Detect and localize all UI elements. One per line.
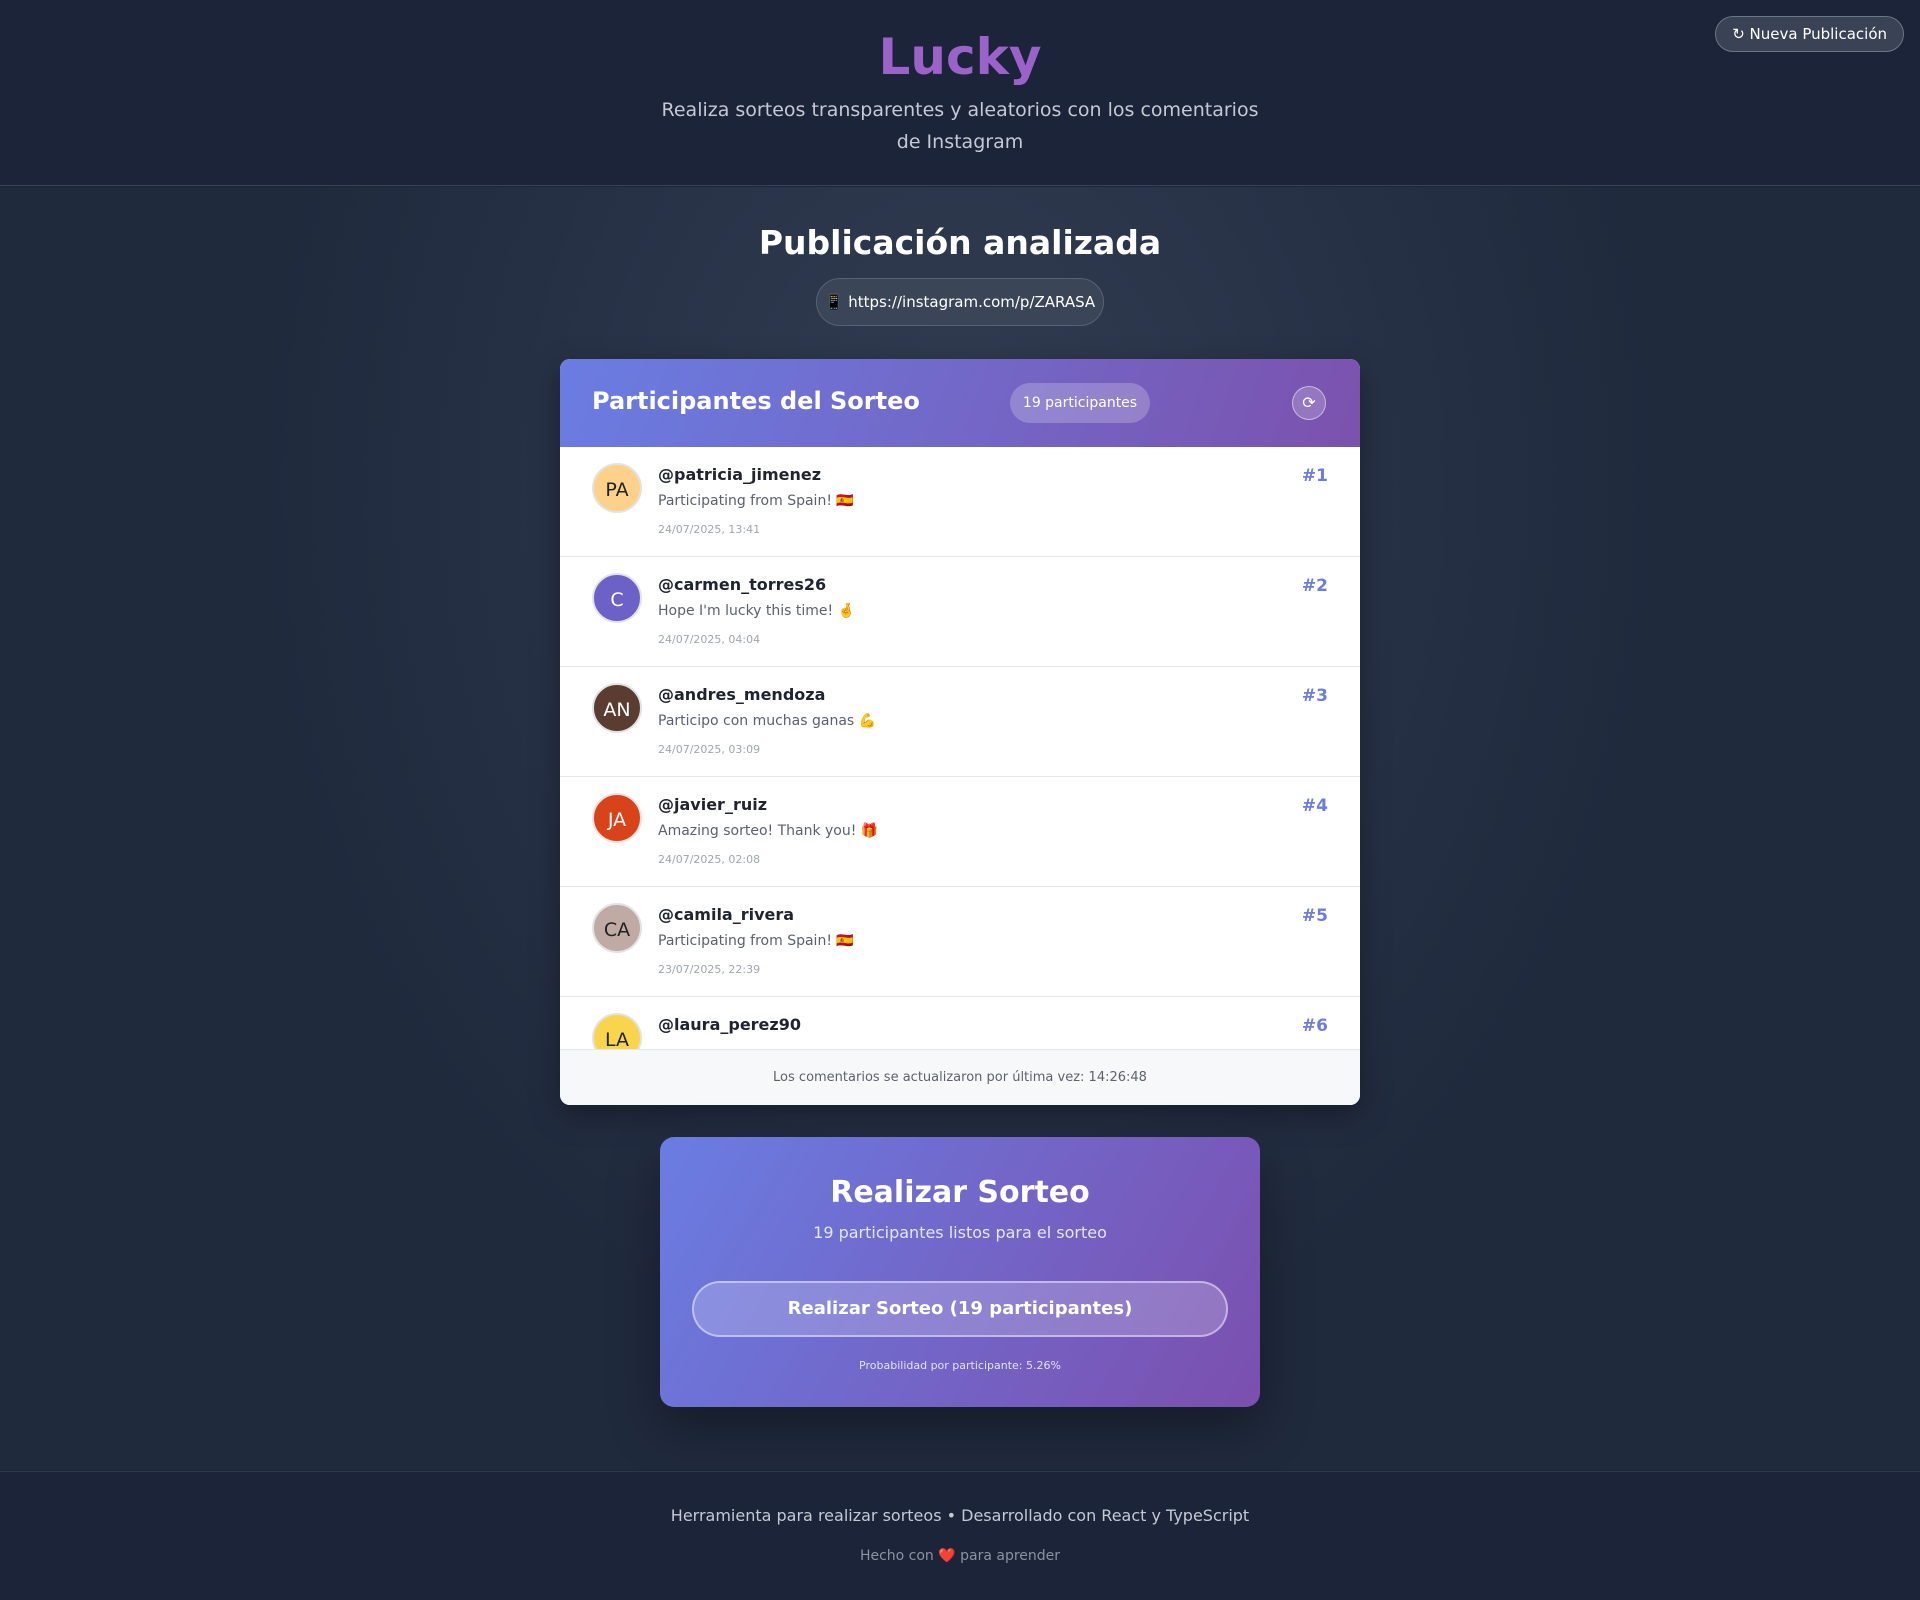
avatar: JA [592,793,642,843]
participant-row[interactable]: AN @andres_mendoza Participo con muchas ga… [560,667,1360,777]
refresh-icon[interactable]: ⟳ [1292,386,1326,420]
participant-comment: Participating from Spain! 🇪🇸 [658,933,854,949]
footer-credits: Herramienta para realizar sorteos • Desa… [670,1506,1250,1525]
avatar: PA [592,463,642,513]
participant-comment: Amazing sorteo! Thank you! 🎁 [658,823,879,839]
last-updated-text: Los comentarios se actualizaron por últi… [560,1049,1360,1105]
publication-title: Publicación analizada [758,223,1162,262]
participant-date: 24/07/2025, 02:08 [658,853,761,866]
participant-rank: #1 [1301,466,1328,486]
publication-url[interactable]: 📱 https://instagram.com/p/ZARASA [816,278,1104,326]
participant-row[interactable]: PA @patricia_jimenez Participating from Sp… [560,447,1360,557]
avatar: LA [592,1013,642,1049]
participant-username[interactable]: @carmen_torres26 [658,575,826,594]
participant-row[interactable]: CA @camila_rivera Participating from Spain… [560,887,1360,997]
participants-list[interactable]: PA @patricia_jimenez Participating from Sp… [560,447,1360,1049]
draw-card: Realizar Sorteo 19 participantes listos … [660,1137,1260,1407]
participant-date: 24/07/2025, 04:04 [658,633,761,646]
participant-row[interactable]: LA @laura_perez90 #6 [560,997,1360,1049]
avatar: CA [592,903,642,953]
main-content: Publicación analizada 📱 https://instagra… [0,187,1920,1470]
avatar: AN [592,683,642,733]
participant-rank: #4 [1301,796,1328,816]
app-tagline: Realiza sorteos transparentes y aleatori… [661,99,1259,153]
participants-card: Participantes del Sorteo 19 participante… [560,359,1360,1105]
draw-button[interactable]: Realizar Sorteo (19 participantes) [692,1281,1228,1337]
participant-username[interactable]: @andres_mendoza [658,685,825,704]
participant-date: 24/07/2025, 13:41 [658,523,761,536]
participant-date: 23/07/2025, 22:39 [658,963,761,976]
participant-comment: Participo con muchas ganas 💪 [658,713,877,729]
participants-title: Participantes del Sorteo [592,387,920,415]
participant-username[interactable]: @laura_perez90 [658,1015,801,1034]
draw-subtitle: 19 participantes listos para el sorteo [813,1223,1107,1242]
app-logo: Lucky [878,28,1042,86]
participants-count-badge: 19 participantes [1010,383,1150,423]
app-footer: Herramienta para realizar sorteos • Desa… [0,1471,1920,1600]
participant-comment: Hope I'm lucky this time! 🤞 [658,603,856,619]
footer-made-with: Hecho con ❤️ para aprender [859,1548,1061,1564]
avatar: C [592,573,642,623]
participant-comment: Participating from Spain! 🇪🇸 [658,493,854,509]
draw-probability: Probabilidad por participante: 5.26% [859,1359,1061,1372]
participant-rank: #2 [1301,576,1328,596]
participant-rank: #3 [1301,686,1328,706]
participants-header: Participantes del Sorteo 19 participante… [560,359,1360,447]
app-header: Lucky Realiza sorteos transparentes y al… [0,0,1920,186]
participant-username[interactable]: @javier_ruiz [658,795,767,814]
participant-date: 24/07/2025, 03:09 [658,743,761,756]
participant-rank: #6 [1301,1016,1328,1036]
participant-rank: #5 [1301,906,1328,926]
participant-username[interactable]: @patricia_jimenez [658,465,821,484]
draw-title: Realizar Sorteo [830,1175,1090,1210]
new-publication-button[interactable]: ↻ Nueva Publicación [1715,16,1904,52]
participant-row[interactable]: JA @javier_ruiz Amazing sorteo! Thank you!… [560,777,1360,887]
participant-row[interactable]: C @carmen_torres26 Hope I'm lucky this tim… [560,557,1360,667]
participant-username[interactable]: @camila_rivera [658,905,794,924]
